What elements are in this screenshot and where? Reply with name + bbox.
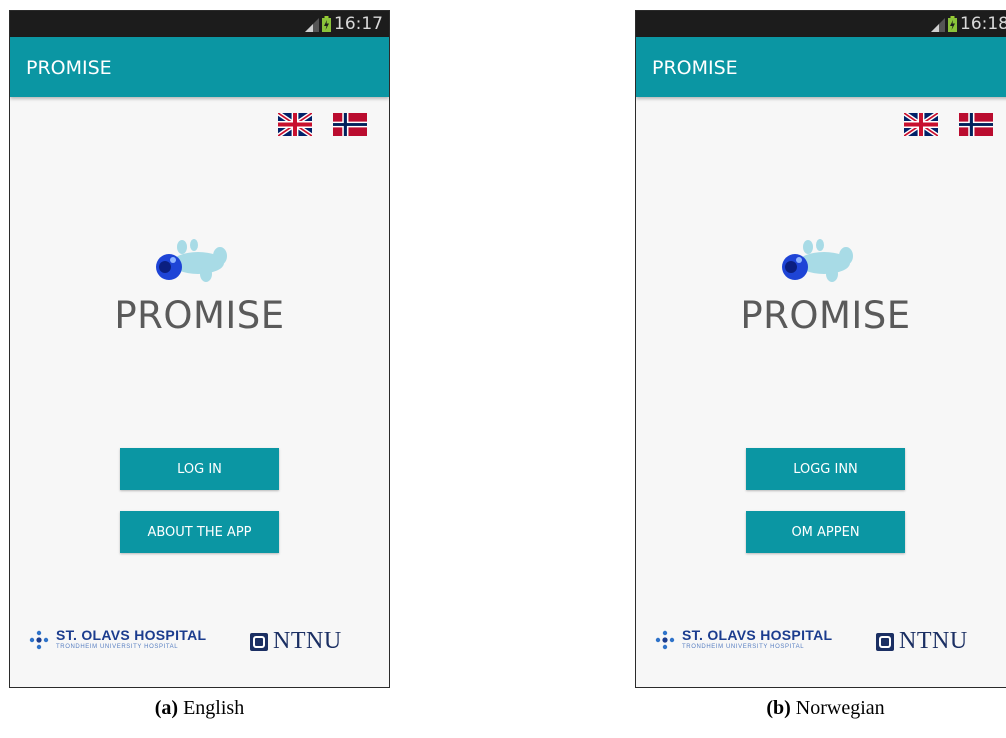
brand-title: PROMISE	[114, 294, 285, 337]
login-button[interactable]: LOG IN	[120, 448, 279, 490]
hospital-name: ST. OLAVS HOSPITAL	[56, 627, 207, 643]
caption-norwegian: (b) Norwegian	[635, 697, 1006, 720]
battery-charging-icon	[948, 16, 957, 32]
login-button[interactable]: LOGG INN	[746, 448, 905, 490]
signal-icon	[305, 18, 319, 32]
ntnu-label: NTNU	[899, 628, 968, 654]
baby-logo-icon	[782, 239, 853, 282]
status-bar: 16:18	[636, 11, 1006, 37]
st-olavs-logo: ST. OLAVS HOSPITAL TRONDHEIM UNIVERSITY …	[654, 628, 832, 651]
ntnu-logo-icon	[250, 632, 268, 651]
norway-flag-icon[interactable]	[959, 113, 993, 136]
caption-text: English	[178, 697, 245, 719]
st-olavs-logo: ST. OLAVS HOSPITAL TRONDHEIM UNIVERSITY …	[28, 628, 206, 651]
brand-title: PROMISE	[740, 294, 911, 337]
baby-logo-icon	[156, 239, 227, 282]
phone-screen-english: 16:17 PROMISE PROMISE LOG IN ABOUT THE A…	[9, 10, 390, 688]
ntnu-logo: NTNU	[250, 628, 342, 655]
app-bar-title: PROMISE	[652, 57, 738, 79]
app-bar-title: PROMISE	[26, 57, 112, 79]
uk-flag-icon[interactable]	[904, 113, 938, 136]
caption-label: (a)	[154, 697, 179, 719]
norway-flag-icon[interactable]	[333, 113, 367, 136]
ntnu-logo-icon	[876, 632, 894, 651]
phone-screen-norwegian: 16:18 PROMISE PROMISE LOGG INN OM APPEN	[635, 10, 1006, 688]
app-bar: PROMISE	[10, 37, 389, 97]
st-olavs-logo-icon	[655, 630, 675, 649]
st-olavs-logo-icon	[29, 630, 49, 649]
caption-text: Norwegian	[790, 697, 885, 719]
status-bar: 16:17	[10, 11, 389, 37]
battery-charging-icon	[322, 16, 331, 32]
status-time: 16:17	[334, 14, 383, 34]
caption-english: (a) English	[9, 697, 390, 720]
signal-icon	[931, 18, 945, 32]
uk-flag-icon[interactable]	[278, 113, 312, 136]
ntnu-logo: NTNU	[876, 628, 968, 655]
status-time: 16:18	[960, 14, 1006, 34]
app-bar: PROMISE	[636, 37, 1006, 97]
about-app-button[interactable]: OM APPEN	[746, 511, 905, 553]
ntnu-label: NTNU	[273, 628, 342, 654]
hospital-name: ST. OLAVS HOSPITAL	[682, 627, 833, 643]
hospital-subtitle: TRONDHEIM UNIVERSITY HOSPITAL	[56, 644, 179, 650]
caption-label: (b)	[766, 697, 791, 719]
about-app-button[interactable]: ABOUT THE APP	[120, 511, 279, 553]
hospital-subtitle: TRONDHEIM UNIVERSITY HOSPITAL	[682, 644, 805, 650]
